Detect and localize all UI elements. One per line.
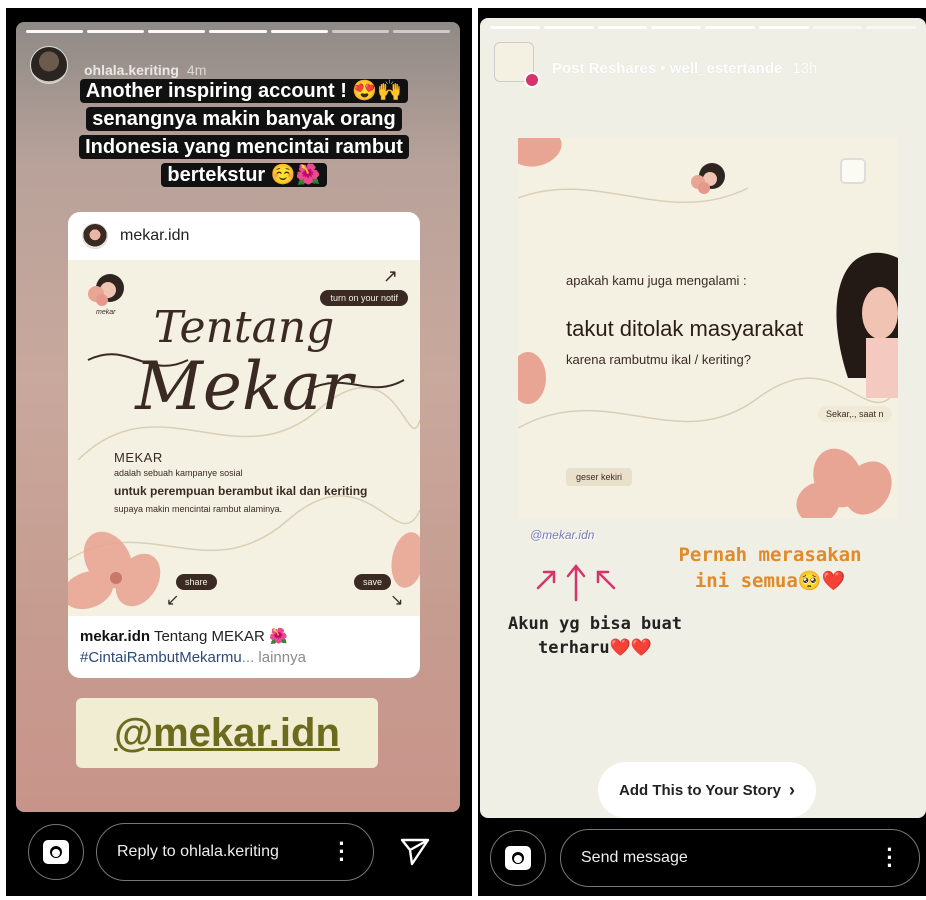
share-label: share xyxy=(176,574,217,590)
post-title-main: Mekar xyxy=(135,348,353,425)
story-viewer-left[interactable]: ohlala.keriting 4m Another inspiring acco… xyxy=(16,22,460,812)
caption-ellipsis: ... xyxy=(241,649,255,666)
story-time: 4m xyxy=(186,62,207,78)
camera-icon xyxy=(505,846,531,870)
checkbox-icon xyxy=(840,158,866,184)
arrow-up-icon: ↗ xyxy=(382,266,398,286)
caption-line: bertekstur ☺️🌺 xyxy=(161,163,327,187)
mention-text[interactable]: @mekar.idn xyxy=(114,711,340,756)
akun-text: Akun yg bisa buat terharu❤️❤️ xyxy=(500,612,690,660)
post-handle: mekar.idn xyxy=(120,227,190,244)
caption-line: Indonesia yang mencintai rambut xyxy=(79,135,409,159)
post-avatar xyxy=(82,223,108,249)
reshare-badge-icon xyxy=(524,72,540,88)
reply-bar: Reply to ohlala.keriting · · · xyxy=(6,812,472,896)
shared-post-image[interactable]: apakah kamu juga mengalami : takut ditol… xyxy=(518,138,898,518)
sekar-label: Sekar,., saat n xyxy=(818,406,892,422)
more-link[interactable]: lainnya xyxy=(258,649,306,666)
send-icon[interactable] xyxy=(400,838,430,866)
post-header: mekar.idn xyxy=(68,212,420,260)
question-sub: karena rambutmu ikal / keriting? xyxy=(566,352,751,367)
avatar[interactable] xyxy=(30,46,68,84)
story-caption: Another inspiring account ! 😍🙌 senangnya… xyxy=(64,78,424,190)
message-input[interactable]: Send message xyxy=(560,829,920,887)
left-story-screen: ohlala.keriting 4m Another inspiring acco… xyxy=(6,8,472,896)
post-caption: mekar.idn Tentang MEKAR 🌺 #CintaiRambutM… xyxy=(68,616,420,678)
add-to-story-button[interactable]: Add This to Your Story › xyxy=(598,762,816,818)
pernah-line: Pernah merasakan xyxy=(678,544,862,566)
mention-sticker[interactable]: @mekar.idn xyxy=(76,698,378,768)
right-story-screen: Post Reshares • well_estertande 13h apak… xyxy=(478,8,926,896)
post-text-line: untuk perempuan berambut ikal dan keriti… xyxy=(114,484,368,498)
hashtag: #CintaiRambutMekarmu xyxy=(80,649,242,666)
arrow-down-right-icon: ↘ xyxy=(390,592,404,609)
story-viewer-right[interactable]: Post Reshares • well_estertande 13h apak… xyxy=(480,18,926,818)
swipe-label: geser kekiri xyxy=(566,468,633,486)
arrow-down-left-icon: ↙ xyxy=(166,592,180,609)
pernah-text: Pernah merasakan ini semua🥺❤️ xyxy=(670,542,870,594)
more-options-icon[interactable]: · · · xyxy=(884,839,896,877)
akun-line: Akun yg bisa buat xyxy=(508,614,682,634)
message-placeholder: Send message xyxy=(581,849,688,866)
story-time: 13h xyxy=(792,60,818,77)
post-heading: MEKAR xyxy=(114,450,163,465)
story-progress-bar xyxy=(26,30,450,33)
username[interactable]: ohlala.keriting xyxy=(84,62,179,78)
story-author[interactable]: Post Reshares • well_estertande 13h xyxy=(552,60,817,77)
akun-line: terharu❤️❤️ xyxy=(538,638,652,658)
reshare-header[interactable]: Post Reshares • well_estertande xyxy=(552,60,782,77)
caption-username: mekar.idn xyxy=(80,628,151,645)
add-to-story-label: Add This to Your Story xyxy=(619,781,781,799)
camera-icon xyxy=(43,840,69,864)
question-intro: apakah kamu juga mengalami : xyxy=(566,273,747,288)
post-image: mekar ↗ turn on your notif Tentang Mekar… xyxy=(68,260,420,616)
message-bar: Send message · · · xyxy=(478,818,926,900)
caption-line: Another inspiring account ! 😍🙌 xyxy=(79,79,409,103)
pernah-line: ini semua🥺❤️ xyxy=(694,570,846,592)
shared-post-card[interactable]: mekar.idn mekar ↗ turn on your notif Ten… xyxy=(68,212,420,678)
question-main: takut ditolak masyarakat xyxy=(566,316,804,341)
caption-text: Tentang MEKAR 🌺 xyxy=(153,628,288,645)
more-options-icon[interactable]: · · · xyxy=(336,833,348,871)
mention-sticker[interactable]: @mekar.idn xyxy=(530,528,594,542)
post-text-line: adalah sebuah kampanye sosial xyxy=(114,468,243,478)
save-label: save xyxy=(354,574,392,590)
story-author[interactable]: ohlala.keriting 4m xyxy=(84,62,206,78)
arrows-icon xyxy=(536,563,616,602)
post-title-top: Tentang xyxy=(153,302,335,353)
reply-placeholder: Reply to ohlala.keriting xyxy=(117,843,279,860)
story-progress-bar xyxy=(490,26,916,29)
post-text-line: supaya makin mencintai rambut alaminya. xyxy=(114,504,283,514)
reply-input[interactable]: Reply to ohlala.keriting xyxy=(96,823,374,881)
chevron-right-icon: › xyxy=(788,779,795,800)
camera-button[interactable] xyxy=(28,824,84,880)
caption-line: senangnya makin banyak orang xyxy=(86,107,402,131)
camera-button[interactable] xyxy=(490,830,546,886)
